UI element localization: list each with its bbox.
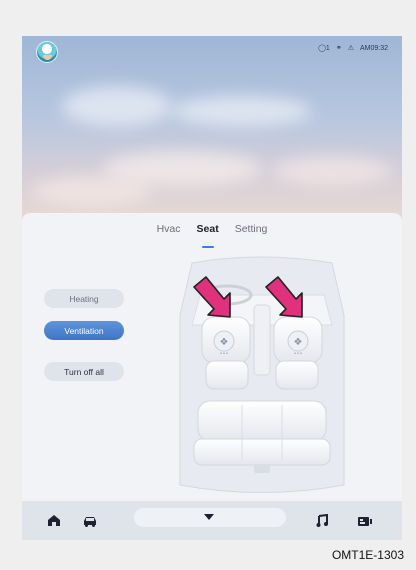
tab-seat[interactable]: Seat: [197, 223, 219, 248]
tab-bar: Hvac Seat Setting: [22, 223, 402, 248]
driver-seat[interactable]: ❖ •••: [201, 316, 251, 390]
home-icon[interactable]: [44, 511, 64, 530]
car-icon[interactable]: [80, 511, 100, 530]
expand-handle[interactable]: [134, 508, 286, 527]
figure-code: OMT1E-1303: [331, 548, 404, 562]
rear-bench-seat: [197, 400, 327, 442]
tab-setting[interactable]: Setting: [235, 223, 268, 243]
tab-hvac[interactable]: Hvac: [157, 223, 181, 243]
seat-vent-icon: ❖: [294, 337, 303, 348]
expand-down-icon: [204, 514, 214, 520]
svg-text:•••: •••: [220, 351, 229, 357]
seat-vent-icon: ❖: [220, 337, 229, 348]
ventilation-button[interactable]: Ventilation: [44, 321, 124, 340]
link-icon: ⚭: [335, 45, 342, 52]
assistant-avatar-icon[interactable]: [36, 41, 58, 63]
display-screen: ◯1 ⚭ ⚠ AM09:32 Hvac Seat Setting Heating…: [22, 36, 402, 540]
sky-wallpaper: [22, 36, 402, 221]
car-seat-diagram: ❖ ••• ❖ •••: [179, 256, 345, 493]
passenger-seat[interactable]: ❖ •••: [273, 316, 323, 390]
mute-icon: ⚠: [347, 45, 354, 52]
status-bar: ◯1 ⚭ ⚠ AM09:32: [22, 36, 402, 63]
music-icon[interactable]: [312, 511, 332, 530]
heating-button[interactable]: Heating: [44, 289, 124, 308]
turn-off-all-button[interactable]: Turn off all: [44, 362, 124, 381]
bottom-dock: [22, 501, 402, 540]
svg-text:•••: •••: [294, 351, 303, 357]
notification-icon[interactable]: ◯1: [318, 44, 330, 52]
seat-control-panel: Hvac Seat Setting Heating Ventilation Tu…: [22, 213, 402, 540]
clock-time: AM09:32: [359, 44, 388, 52]
media-icon[interactable]: [354, 511, 376, 530]
